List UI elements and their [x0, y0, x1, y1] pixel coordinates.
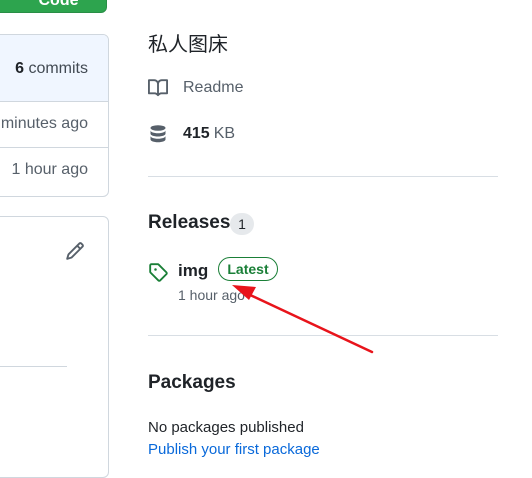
size-unit: KB: [213, 125, 236, 142]
release-name-link[interactable]: img: [178, 261, 208, 281]
commit-row[interactable]: 1 hour ago: [0, 148, 108, 194]
commit-time: minutes ago: [0, 115, 88, 132]
repo-size: 415 KB: [148, 124, 235, 144]
size-value: 415: [183, 125, 210, 142]
code-button[interactable]: Code: [0, 0, 107, 13]
latest-badge: Latest: [218, 257, 278, 281]
commits-label: commits: [28, 60, 88, 77]
commits-count: 6: [15, 60, 24, 77]
divider: [0, 366, 67, 367]
commit-time: 1 hour ago: [11, 161, 88, 178]
releases-heading[interactable]: Releases: [148, 212, 230, 234]
database-icon: [150, 125, 166, 143]
repo-description: 私人图床: [148, 34, 228, 56]
readme-label: Readme: [183, 79, 244, 96]
packages-heading[interactable]: Packages: [148, 372, 236, 394]
commit-history-box: 6 commits minutes ago 1 hour ago: [0, 34, 109, 197]
tag-icon: [149, 263, 168, 282]
release-time: 1 hour ago: [178, 287, 245, 303]
readme-link[interactable]: Readme: [148, 78, 243, 98]
commit-row[interactable]: minutes ago: [0, 102, 108, 148]
commits-link[interactable]: 6 commits: [0, 35, 108, 102]
code-button-label: Code: [38, 0, 79, 9]
divider: [148, 176, 498, 177]
publish-package-link[interactable]: Publish your first package: [148, 441, 320, 458]
pencil-icon[interactable]: [65, 241, 85, 261]
readme-panel: [0, 216, 109, 478]
no-packages-text: No packages published: [148, 419, 304, 436]
divider: [148, 335, 498, 336]
book-icon: [148, 79, 168, 97]
releases-count-badge: 1: [230, 213, 254, 235]
